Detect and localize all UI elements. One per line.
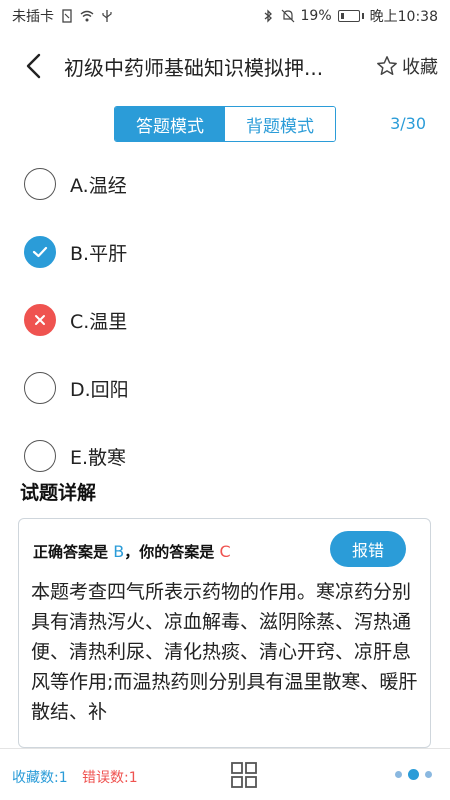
status-left: 未插卡 — [12, 6, 114, 26]
option-label: D.回阳 — [70, 378, 129, 401]
answer-separator: ， — [124, 543, 140, 561]
cross-icon — [24, 304, 56, 336]
your-prefix: 你的答案是 — [139, 543, 215, 561]
grid-icon[interactable] — [230, 761, 258, 789]
favorite-count[interactable]: 收藏数:1 — [12, 767, 68, 787]
mode-toggle: 答题模式 背题模式 — [114, 106, 336, 142]
option-c[interactable]: C.温里 — [0, 286, 450, 354]
favorite-button[interactable]: 收藏 — [370, 53, 438, 79]
usb-icon — [102, 10, 112, 22]
option-label: A.温经 — [70, 174, 127, 197]
question-progress: 3/30 — [390, 114, 426, 133]
back-button[interactable] — [12, 44, 56, 88]
status-bar: 未插卡 19% 晚上10:38 — [0, 0, 450, 32]
page-title: 初级中药师基础知识模拟押... — [64, 55, 324, 80]
mode-row: 答题模式 背题模式 3/30 — [0, 106, 450, 146]
star-icon — [377, 56, 397, 75]
bottom-bar: 收藏数:1 错误数:1 — [0, 748, 450, 800]
option-list: A.温经 B.平肝 C.温里 D.回阳 E.散寒 — [0, 150, 450, 490]
option-label: E.散寒 — [70, 446, 127, 469]
tab-recite-mode[interactable]: 背题模式 — [225, 107, 335, 141]
explanation-text: 本题考查四气所表示药物的作用。寒凉药分别具有清热泻火、凉血解毒、滋阴除蒸、泻热通… — [31, 581, 418, 723]
favorite-label: 收藏 — [402, 57, 438, 78]
dot — [425, 771, 432, 778]
option-a[interactable]: A.温经 — [0, 150, 450, 218]
carrier-text: 未插卡 — [12, 9, 54, 25]
correct-prefix: 正确答案是 — [33, 543, 109, 561]
mute-bell-icon — [281, 9, 294, 23]
radio-empty-icon — [24, 168, 56, 200]
status-right: 19% 晚上10:38 — [261, 6, 438, 26]
more-dots-icon[interactable] — [395, 769, 432, 780]
top-nav: 初级中药师基础知识模拟押... 收藏 — [0, 36, 450, 96]
tab-answer-mode[interactable]: 答题模式 — [115, 107, 225, 141]
report-error-button[interactable]: 报错 — [330, 531, 406, 567]
wifi-icon — [80, 10, 94, 22]
answer-line: 正确答案是 B，你的答案是 C — [33, 541, 231, 562]
option-label: B.平肝 — [70, 242, 128, 265]
battery-icon — [337, 10, 364, 22]
your-answer: C — [219, 542, 231, 561]
chevron-left-icon — [26, 53, 41, 79]
option-d[interactable]: D.回阳 — [0, 354, 450, 422]
sim-icon — [62, 9, 72, 23]
explanation-card: 正确答案是 B，你的答案是 C 报错 本题考查四气所表示药物的作用。寒凉药分别具… — [18, 518, 431, 748]
radio-empty-icon — [24, 372, 56, 404]
check-icon — [24, 236, 56, 268]
dot — [395, 771, 402, 778]
explanation-title: 试题详解 — [20, 482, 97, 504]
clock: 晚上10:38 — [369, 9, 438, 25]
bluetooth-icon — [264, 9, 272, 23]
option-label: C.温里 — [70, 310, 128, 333]
correct-answer: B — [113, 542, 125, 561]
error-count[interactable]: 错误数:1 — [82, 767, 138, 787]
dot — [408, 769, 419, 780]
battery-percent: 19% — [300, 8, 332, 24]
radio-empty-icon — [24, 440, 56, 472]
option-b[interactable]: B.平肝 — [0, 218, 450, 286]
